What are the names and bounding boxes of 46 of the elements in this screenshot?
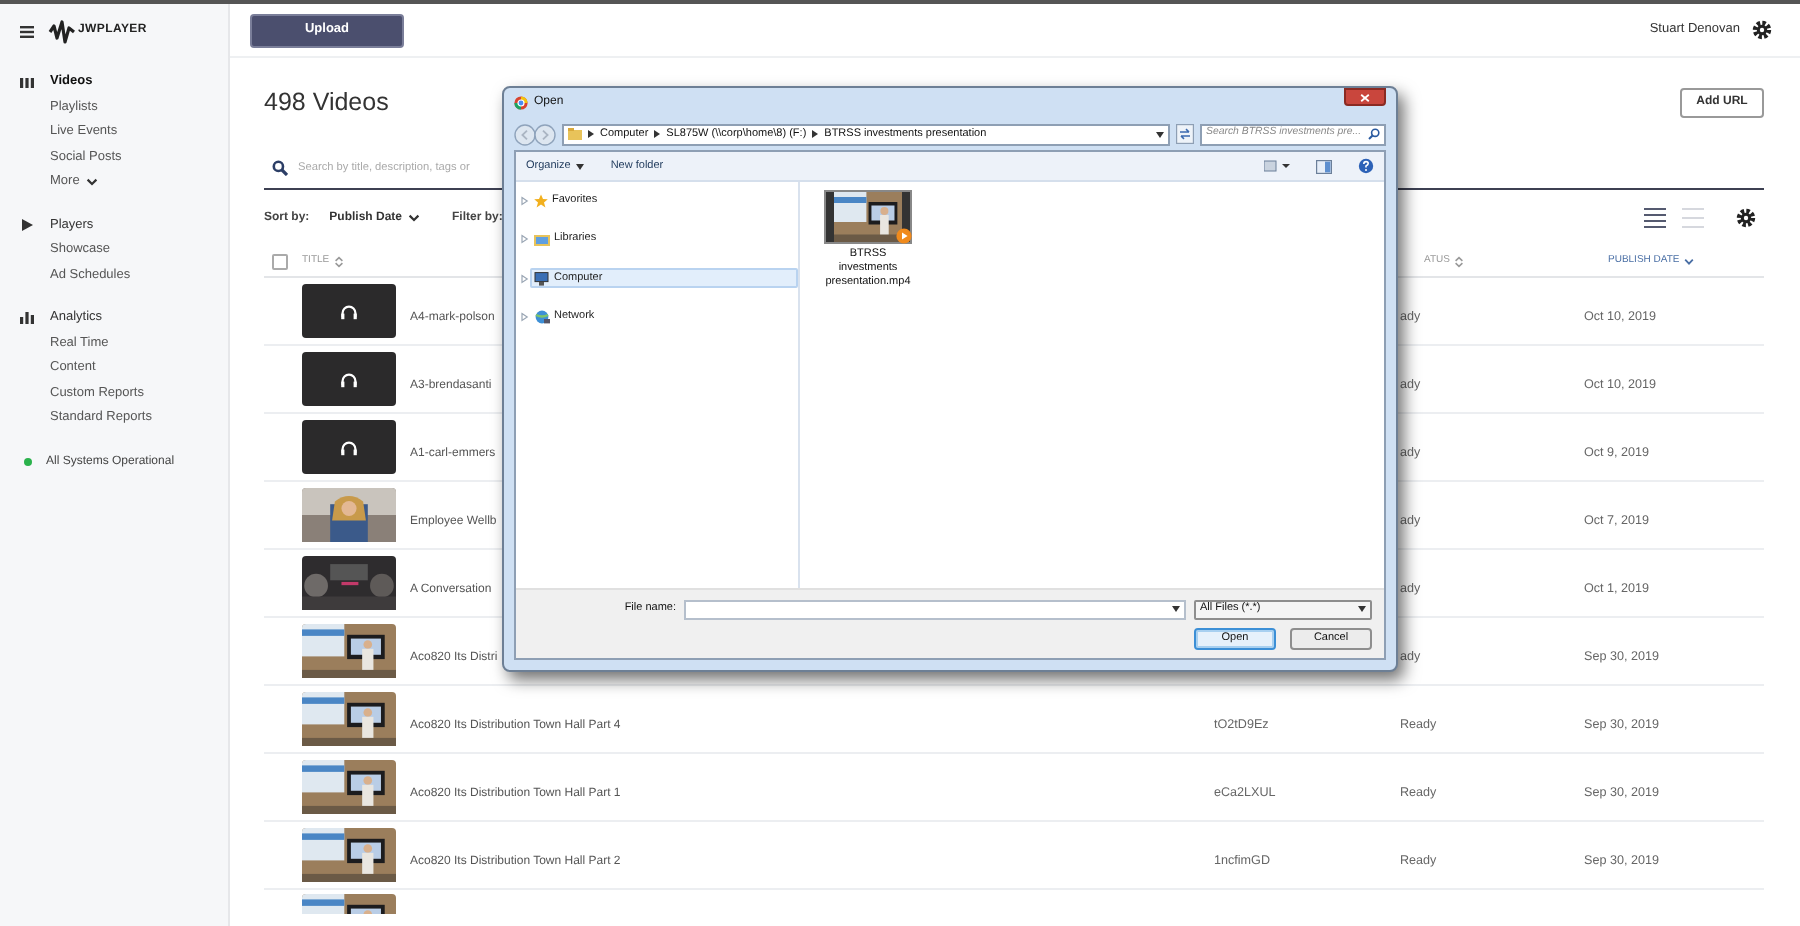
sort-down-icon [1683, 257, 1694, 265]
expand-arrow-icon[interactable] [520, 273, 530, 283]
search-icon [272, 160, 288, 176]
sort-icon [1453, 255, 1464, 267]
breadcrumb-arrow-icon [588, 130, 594, 138]
dropdown-caret-icon [1358, 606, 1366, 612]
search-icon [1368, 128, 1380, 140]
list-view-icon[interactable] [1644, 208, 1666, 228]
sort-icon [333, 255, 344, 267]
dropdown-caret-icon [1172, 606, 1180, 612]
chevron-down-icon [408, 214, 421, 222]
view-options-icon[interactable] [1264, 160, 1290, 172]
headphones-icon [340, 303, 358, 319]
bar-chart-icon [20, 312, 34, 325]
close-icon [1360, 93, 1370, 101]
logo-mark-icon [48, 19, 76, 43]
input-field[interactable] [684, 599, 1186, 619]
star-icon [534, 193, 548, 207]
folder-icon [568, 128, 582, 140]
computer-icon [534, 271, 550, 285]
expand-arrow-icon[interactable] [520, 195, 530, 205]
settings-icon[interactable] [1736, 208, 1756, 228]
refresh-icon[interactable] [1176, 124, 1194, 144]
library-folder-icon [534, 233, 550, 245]
menu-icon[interactable] [20, 25, 34, 37]
expand-arrow-icon[interactable] [520, 234, 530, 244]
dropdown-caret-icon [576, 163, 585, 169]
headphones-icon [340, 439, 358, 455]
play-badge-icon [896, 228, 912, 244]
select-all-checkbox[interactable] [272, 253, 288, 269]
breadcrumb-arrow-icon [812, 130, 819, 138]
headphones-icon [340, 371, 358, 387]
app-icon [514, 96, 528, 110]
dropdown-caret-icon[interactable] [1156, 131, 1164, 137]
back-button-icon[interactable] [514, 123, 536, 145]
settings-icon[interactable] [1752, 20, 1772, 40]
preview-pane-icon[interactable] [1316, 159, 1332, 173]
network-icon [534, 310, 550, 324]
expand-arrow-icon[interactable] [520, 312, 530, 322]
forward-button-icon[interactable] [534, 123, 556, 145]
close-button[interactable] [1344, 88, 1386, 106]
play-icon [20, 218, 34, 233]
grid-icon [20, 77, 34, 88]
help-icon[interactable] [1358, 158, 1374, 174]
page-title: 498 Videos [264, 85, 389, 120]
breadcrumb-arrow-icon [654, 130, 661, 138]
